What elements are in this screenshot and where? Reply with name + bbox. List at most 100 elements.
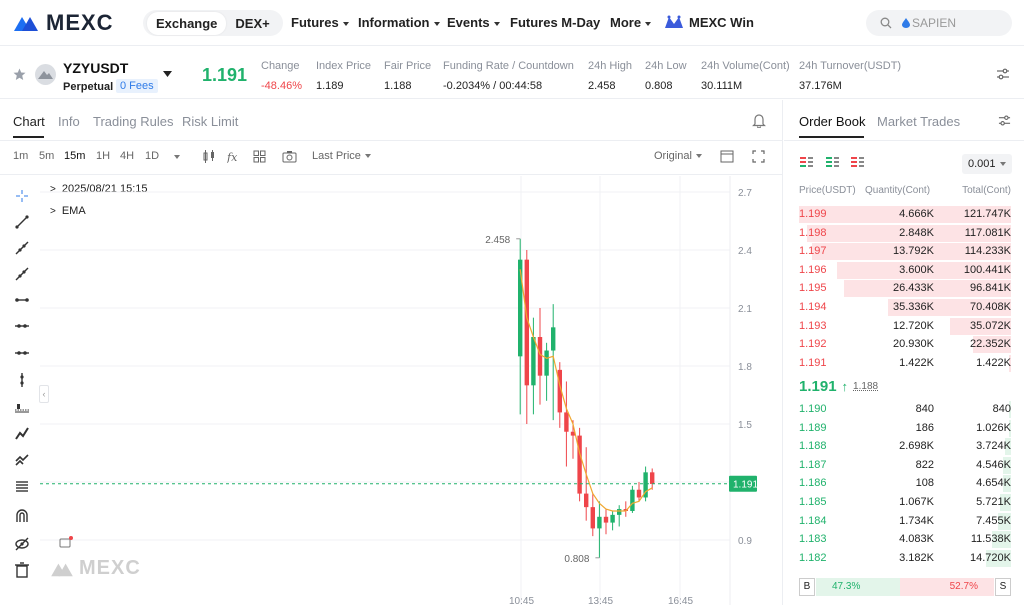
bell-icon[interactable] <box>752 113 766 128</box>
trash-icon-glyph <box>15 562 29 578</box>
bid-row[interactable]: 1.183 4.083K 11.538K <box>784 530 1024 549</box>
candle-body[interactable] <box>531 337 536 386</box>
parallel-channel-icon[interactable] <box>14 345 34 361</box>
low-annotation: 0.808 <box>564 554 589 565</box>
hide-icon[interactable] <box>14 536 34 552</box>
precision-select[interactable]: 0.001 <box>962 154 1012 174</box>
candle-body[interactable] <box>650 472 655 484</box>
ask-row[interactable]: 1.196 3.600K 100.441K <box>784 261 1024 279</box>
ray-icon[interactable] <box>14 240 34 256</box>
star-icon[interactable] <box>13 68 26 81</box>
tf-4h[interactable]: 4H <box>120 150 134 162</box>
candle-type-icon[interactable] <box>202 150 216 163</box>
horizontal-line-icon[interactable] <box>14 292 34 308</box>
tf-more-icon[interactable] <box>174 155 180 159</box>
candle-body[interactable] <box>537 337 543 376</box>
candle-body[interactable] <box>564 412 569 432</box>
tab-market-trades[interactable]: Market Trades <box>877 114 960 129</box>
ask-row[interactable]: 1.195 26.433K 96.841K <box>784 279 1024 298</box>
candle-body[interactable] <box>590 507 595 529</box>
candle-body[interactable] <box>597 516 602 529</box>
tf-5m[interactable]: 5m <box>39 150 54 162</box>
tab-chart[interactable]: Chart <box>13 114 45 129</box>
candle-body[interactable] <box>603 516 609 523</box>
price-type-select[interactable]: Last Price <box>312 150 371 162</box>
bid-row[interactable]: 1.190 840 840 <box>784 400 1024 418</box>
mexc-logo[interactable]: MEXC <box>12 10 114 36</box>
camera-icon[interactable] <box>282 150 297 163</box>
ask-row[interactable]: 1.194 35.336K 70.408K <box>784 298 1024 316</box>
bid-row[interactable]: 1.184 1.734K 7.455K <box>784 512 1024 530</box>
bid-row[interactable]: 1.186 108 4.654K <box>784 474 1024 493</box>
candle-body[interactable] <box>551 327 556 351</box>
tf-15m[interactable]: 15m <box>64 150 85 162</box>
symbol-dropdown-icon[interactable] <box>163 71 172 77</box>
tf-1h[interactable]: 1H <box>96 150 110 162</box>
text-icon[interactable] <box>14 478 34 494</box>
ask-row[interactable]: 1.193 12.720K 35.072K <box>784 317 1024 335</box>
candle-body[interactable] <box>617 509 622 515</box>
fees-badge[interactable]: 0 Fees <box>116 79 158 93</box>
search-input[interactable]: SAPIEN <box>866 10 1012 36</box>
fullscreen-icon[interactable] <box>752 150 765 163</box>
horizontal-ray-icon-glyph <box>15 324 29 328</box>
nav-mexc-win[interactable]: MEXC Win <box>664 13 754 30</box>
bid-row[interactable]: 1.185 1.067K 5.721K <box>784 493 1024 511</box>
row-total: 1.422K <box>976 356 1011 369</box>
ask-row[interactable]: 1.191 1.422K 1.422K <box>784 354 1024 372</box>
indicator-fx-icon[interactable]: ƒx <box>227 150 241 163</box>
nav-information[interactable]: Information <box>358 15 440 30</box>
index-price-value: 1.189 <box>316 80 344 92</box>
book-asks-icon[interactable] <box>851 157 864 169</box>
bid-row[interactable]: 1.187 822 4.546K <box>784 456 1024 474</box>
settings-sliders-icon[interactable] <box>998 114 1011 127</box>
trash-icon[interactable] <box>14 562 34 578</box>
book-bids-icon[interactable] <box>826 157 839 169</box>
symbol-name[interactable]: YZYUSDT <box>63 60 128 76</box>
bid-row[interactable]: 1.182 3.182K 14.720K <box>784 549 1024 567</box>
row-total: 117.081K <box>964 226 1011 239</box>
settings-sliders-icon[interactable] <box>996 67 1010 81</box>
candle-body[interactable] <box>636 489 642 498</box>
candle-body[interactable] <box>610 514 615 523</box>
pattern-icon[interactable] <box>14 451 34 467</box>
vertical-line-icon[interactable] <box>14 372 34 388</box>
tab-info[interactable]: Info <box>58 114 80 129</box>
exchange-tab[interactable]: Exchange <box>147 11 227 35</box>
nav-futures-mday[interactable]: Futures M-Day <box>510 15 600 30</box>
tab-risk-limit[interactable]: Risk Limit <box>182 114 238 129</box>
extended-line-icon[interactable] <box>14 266 34 282</box>
tab-trading-rules[interactable]: Trading Rules <box>93 114 173 129</box>
ask-row[interactable]: 1.192 20.930K 22.352K <box>784 335 1024 354</box>
candle-body[interactable] <box>584 493 589 508</box>
layout-grid-icon[interactable] <box>253 150 266 163</box>
horizontal-ray-icon[interactable] <box>14 318 34 334</box>
chat-icon[interactable] <box>59 536 73 550</box>
nav-more[interactable]: More <box>610 15 652 30</box>
tf-1d[interactable]: 1D <box>145 150 159 162</box>
candle-body[interactable] <box>630 489 635 511</box>
scale-select[interactable]: Original <box>654 150 702 162</box>
crosshair-icon[interactable] <box>14 188 34 204</box>
magnet-icon[interactable] <box>14 508 34 524</box>
nav-futures[interactable]: Futures <box>291 15 349 30</box>
fib-retracement-icon[interactable] <box>14 398 34 414</box>
brush-icon[interactable] <box>14 425 34 441</box>
row-total: 840 <box>992 403 1011 415</box>
candle-body[interactable] <box>544 350 549 376</box>
nav-events[interactable]: Events <box>447 15 500 30</box>
candle-body[interactable] <box>518 259 523 357</box>
candlestick-chart[interactable]: 2.72.42.11.81.51.20.910:4513:4516:451.19… <box>40 176 783 605</box>
ask-row[interactable]: 1.198 2.848K 117.081K <box>784 224 1024 242</box>
dex-tab[interactable]: DEX+ <box>226 12 278 35</box>
bid-row[interactable]: 1.189 186 1.026K <box>784 419 1024 437</box>
window-icon[interactable] <box>720 150 734 163</box>
ask-row[interactable]: 1.199 4.666K 121.747K <box>784 205 1024 223</box>
scale-label: Original <box>654 150 692 162</box>
trend-line-icon[interactable] <box>14 214 34 230</box>
tab-order-book[interactable]: Order Book <box>799 114 865 129</box>
bid-row[interactable]: 1.188 2.698K 3.724K <box>784 437 1024 456</box>
book-both-icon[interactable] <box>800 157 813 169</box>
tf-1m[interactable]: 1m <box>13 150 28 162</box>
ask-row[interactable]: 1.197 13.792K 114.233K <box>784 242 1024 261</box>
